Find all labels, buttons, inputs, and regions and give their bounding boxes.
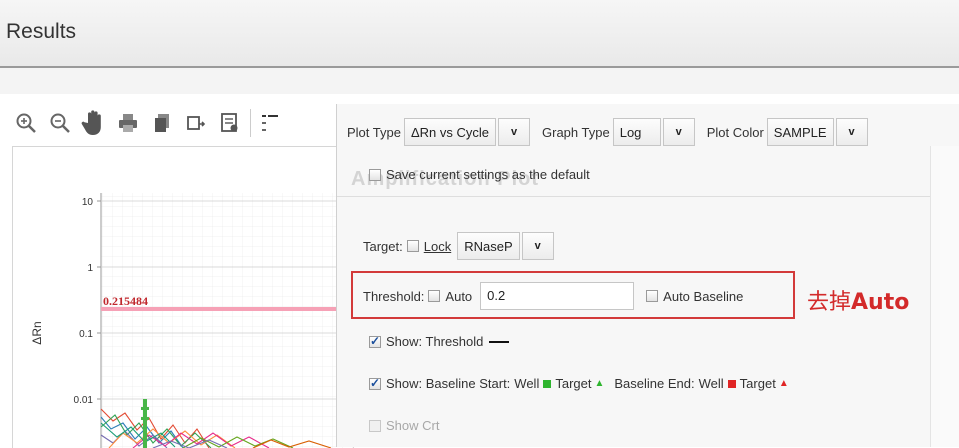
target-row: Target: Lock RNaseP v (363, 232, 566, 260)
show-baseline-checkbox[interactable] (369, 376, 381, 390)
plot-color-select[interactable]: SAMPLE (766, 118, 834, 146)
baseline-end-target-label: Target (739, 376, 776, 391)
annotation-cn-text: 去掉 (807, 290, 852, 315)
y-tick-10: 10 (82, 197, 94, 208)
plot-options-panel: Amplification Plot Plot Type ΔRn vs Cycl… (336, 104, 959, 447)
plot-type-select[interactable]: ΔRn vs Cycle (403, 118, 497, 146)
save-default-row: Save current settings as the default (369, 167, 590, 182)
export-icon[interactable] (180, 107, 212, 139)
plot-toolbar (10, 104, 287, 142)
baseline-start-well-marker (543, 379, 552, 388)
annotation-auto-text: Auto (851, 290, 910, 315)
show-threshold-row: Show: Threshold (369, 334, 510, 349)
plot-color-label: Plot Color (706, 124, 764, 140)
toolbar-separator (250, 109, 251, 137)
y-tick-1: 1 (87, 263, 93, 274)
baseline-start-well-label: Well (514, 376, 540, 391)
graph-type-select[interactable]: Log (612, 118, 661, 146)
results-header: Results (0, 0, 959, 68)
y-tick-0.01: 0.01 (74, 395, 94, 406)
baseline-end-target-marker-icon: ▲ (778, 378, 789, 389)
show-baseline-row: Show: Baseline Start: Well Target ▲ Base… (369, 376, 795, 391)
report-icon[interactable] (214, 107, 246, 139)
threshold-auto-checkbox[interactable] (428, 290, 441, 302)
baseline-end-well-label: Well (698, 376, 724, 391)
plot-settings-row: Plot Type ΔRn vs Cycle v Graph Type Log … (347, 118, 880, 146)
target-label: Target: (363, 238, 403, 254)
plot-type-label: Plot Type (347, 124, 401, 140)
threshold-label: Threshold: (363, 288, 425, 304)
threshold-row: Threshold: Auto 0.2 Auto Baseline (363, 282, 743, 310)
background-plot-edge (930, 146, 959, 447)
zoom-out-icon[interactable] (44, 107, 76, 139)
amplification-plot[interactable]: 10 1 0.1 0.01 ΔRn 0.215484 (12, 146, 354, 448)
baseline-end-label: Baseline End: (614, 376, 695, 391)
plot-type-dropdown-arrow[interactable]: v (498, 118, 531, 146)
show-baseline-label: Show: Baseline Start: (386, 376, 511, 391)
baseline-start-target-marker-icon: ▲ (594, 378, 605, 389)
save-default-label: Save current settings as the default (386, 167, 590, 182)
y-axis-label: ΔRn (30, 321, 44, 344)
auto-baseline-label: Auto Baseline (663, 288, 744, 304)
copy-icon[interactable] (146, 107, 178, 139)
baseline-start-target-label: Target (555, 376, 592, 391)
annotation-remove-auto: 去掉Auto (807, 284, 909, 316)
panel-divider (337, 196, 959, 197)
legend-icon[interactable] (255, 107, 287, 139)
header-strip (0, 68, 959, 94)
show-crt-row: Show Crt (369, 418, 439, 433)
print-icon[interactable] (112, 107, 144, 139)
zoom-in-icon[interactable] (10, 107, 42, 139)
save-default-checkbox[interactable] (369, 168, 381, 181)
target-dropdown-arrow[interactable]: v (521, 232, 554, 260)
auto-baseline-checkbox[interactable] (646, 290, 659, 302)
page-title: Results (6, 20, 77, 43)
graph-type-label: Graph Type (542, 124, 610, 140)
threshold-input[interactable]: 0.2 (480, 282, 635, 310)
lock-checkbox[interactable] (406, 240, 419, 252)
show-threshold-checkbox[interactable] (369, 334, 381, 348)
threshold-line-legend (489, 340, 510, 343)
y-tick-0.1: 0.1 (79, 329, 93, 340)
show-crt-label: Show Crt (386, 418, 440, 433)
threshold-auto-label: Auto (445, 288, 473, 304)
graph-type-dropdown-arrow[interactable]: v (662, 118, 695, 146)
target-select[interactable]: RNaseP (457, 232, 520, 260)
threshold-value-label: 0.215484 (103, 294, 148, 308)
show-threshold-label: Show: Threshold (386, 334, 484, 349)
plot-color-dropdown-arrow[interactable]: v (835, 118, 868, 146)
pan-hand-icon[interactable] (78, 107, 110, 139)
baseline-end-well-marker (727, 379, 736, 388)
lock-label: Lock (423, 238, 452, 254)
show-crt-checkbox[interactable] (369, 419, 381, 432)
